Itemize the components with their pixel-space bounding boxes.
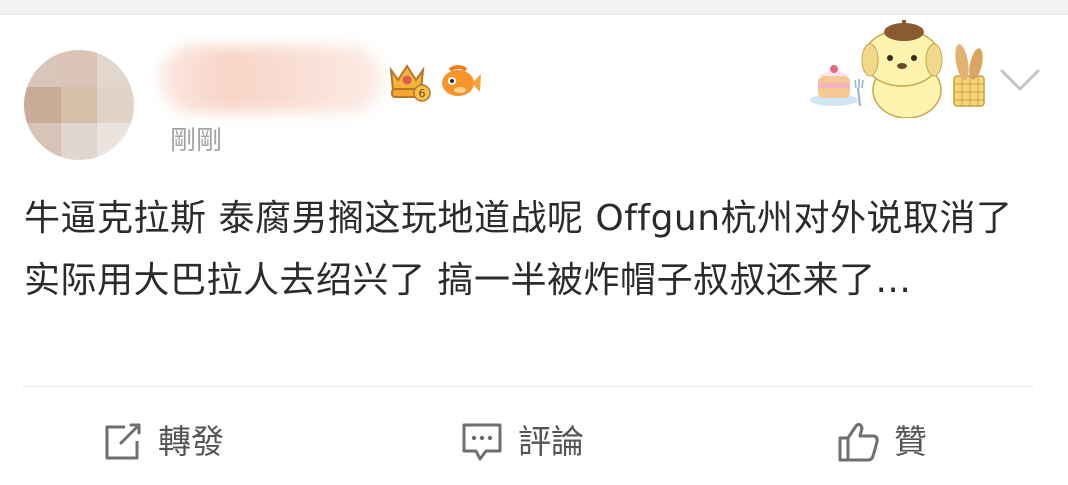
fish-badge-icon[interactable] [436, 60, 482, 104]
crown-badge-icon[interactable]: 6 [383, 60, 431, 104]
post-text: 牛逼克拉斯 泰腐男搁这玩地道战呢 Offgun杭州对外说取消了 实际用大巴拉人去… [24, 198, 1025, 301]
svg-text:6: 6 [419, 87, 426, 100]
post-timestamp: 剛剛 [170, 126, 223, 156]
comment-bubble-icon [460, 420, 504, 464]
share-square-icon [100, 420, 144, 464]
username[interactable] [160, 46, 382, 112]
pompompurin-sticker-icon [810, 20, 985, 118]
thumbs-up-icon [836, 420, 880, 464]
repost-button[interactable]: 轉發 [100, 412, 224, 472]
comment-button[interactable]: 評論 [460, 412, 584, 472]
chevron-down-icon[interactable] [996, 62, 1044, 98]
top-bar [0, 0, 1068, 15]
comment-label: 評論 [518, 422, 584, 461]
repost-label: 轉發 [158, 422, 224, 461]
like-button[interactable]: 贊 [836, 412, 927, 472]
avatar[interactable] [24, 50, 134, 160]
divider [22, 386, 1034, 387]
like-label: 贊 [894, 422, 927, 461]
